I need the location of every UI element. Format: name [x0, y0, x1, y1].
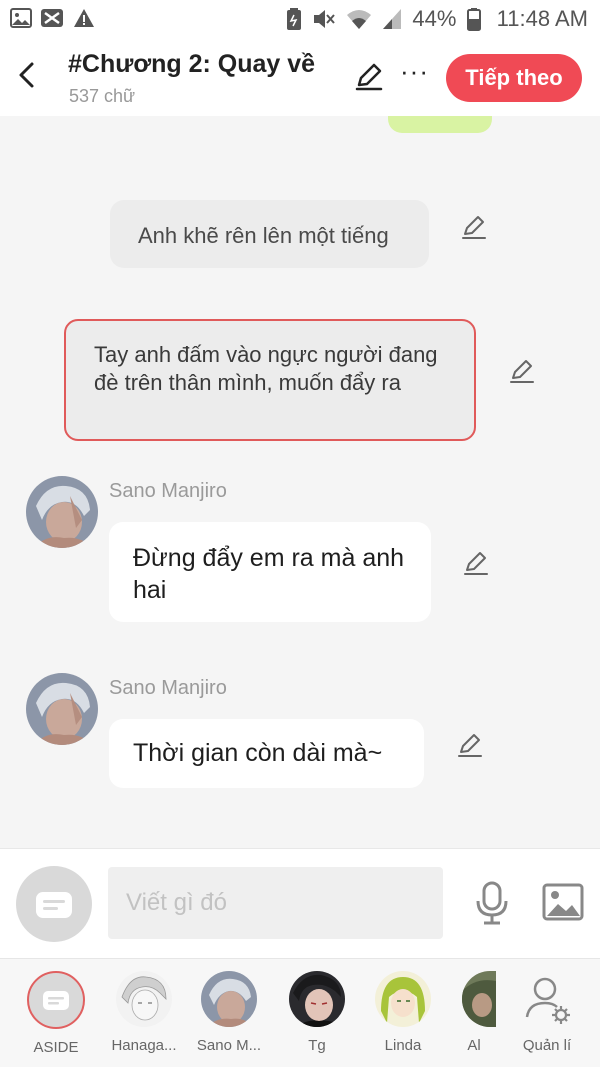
message-input[interactable]: Viết gì đó — [108, 867, 443, 939]
battery-saver-icon — [286, 8, 301, 30]
word-count: 537 chữ — [69, 86, 136, 106]
app-header: #Chương 2: Quay về 537 chữ ··· Tiếp theo — [0, 38, 600, 116]
manage-characters-button[interactable]: Quản lí — [512, 971, 582, 1054]
character-linda[interactable]: Linda — [368, 971, 438, 1054]
status-right: 44% 11:48 AM — [286, 7, 588, 31]
message-composer: Viết gì đó — [0, 848, 600, 958]
character-portrait — [116, 971, 172, 1027]
mute-icon — [314, 10, 335, 28]
character-label: ASIDE — [33, 1039, 79, 1056]
character-label: Tg — [308, 1037, 326, 1054]
avatar[interactable] — [26, 476, 98, 548]
chat-area[interactable]: Anh khẽ rên lên một tiếng Tay anh đấm và… — [0, 116, 600, 848]
edit-pencil-icon[interactable] — [460, 214, 488, 242]
clock: 11:48 AM — [496, 6, 588, 31]
character-al[interactable]: Al — [452, 971, 496, 1054]
aside-toggle-button[interactable] — [16, 866, 92, 942]
sender-name: Sano Manjiro — [109, 677, 227, 699]
avatar[interactable] — [26, 673, 98, 745]
avatar — [201, 971, 257, 1027]
avatar — [375, 971, 431, 1027]
message-bubble[interactable]: Thời gian còn dài mà~ — [109, 719, 424, 788]
edit-chapter-button[interactable] — [354, 62, 384, 92]
character-portrait — [289, 971, 345, 1027]
edit-pencil-icon[interactable] — [508, 358, 536, 386]
status-left — [10, 8, 99, 30]
character-portrait — [375, 971, 431, 1027]
chat-story-editor: 44% 11:48 AM #Chương 2: Quay về 537 chữ … — [0, 0, 600, 1067]
character-label: Quản lí — [522, 1037, 572, 1054]
previous-message-bubble[interactable] — [388, 116, 492, 133]
edit-pencil-icon[interactable] — [462, 550, 490, 578]
battery-icon — [466, 8, 481, 31]
manage-user-icon — [519, 971, 575, 1027]
battery-percent: 44% — [412, 6, 457, 31]
next-chapter-button[interactable]: Tiếp theo — [446, 54, 582, 102]
character-label: Al — [467, 1037, 481, 1054]
narration-bubble[interactable]: Anh khẽ rên lên một tiếng — [110, 200, 429, 268]
character-aside[interactable]: ASIDE — [21, 971, 91, 1056]
character-portrait — [201, 971, 257, 1027]
character-label: Linda — [384, 1037, 422, 1054]
character-sano-manjiro[interactable]: Sano M... — [194, 971, 264, 1054]
narration-bubble-selected[interactable]: Tay anh đấm vào ngực người đang đè trên … — [64, 319, 476, 441]
character-portrait — [26, 476, 98, 548]
character-bar: ASIDE Hanaga... Sano M... Tg Linda Al Qu… — [0, 958, 600, 1067]
avatar — [289, 971, 345, 1027]
signal-icon — [383, 9, 402, 29]
warning-icon — [73, 9, 94, 27]
capcut-icon — [41, 9, 64, 27]
avatar — [116, 971, 172, 1027]
edit-pencil-icon[interactable] — [456, 732, 484, 760]
chevron-left-icon — [19, 62, 34, 88]
more-options-button[interactable]: ··· — [400, 58, 428, 90]
character-label: Hanaga... — [111, 1037, 177, 1054]
character-label: Sano M... — [196, 1037, 262, 1054]
wifi-icon — [347, 10, 372, 29]
chat-bubble-icon — [43, 991, 69, 1010]
character-hanagaki[interactable]: Hanaga... — [109, 971, 179, 1054]
more-dots-icon: ··· — [400, 56, 429, 86]
aside-avatar — [27, 971, 85, 1029]
back-button[interactable] — [12, 60, 42, 90]
image-icon — [542, 883, 584, 921]
chat-bubble-icon — [36, 892, 72, 918]
chapter-title[interactable]: #Chương 2: Quay về — [68, 50, 315, 79]
message-bubble[interactable]: Đừng đẩy em ra mà anh hai — [109, 522, 431, 622]
avatar — [462, 971, 496, 1027]
sender-name: Sano Manjiro — [109, 480, 227, 502]
gallery-icon — [10, 8, 32, 28]
character-portrait — [462, 971, 496, 1027]
pencil-icon — [355, 63, 383, 91]
insert-image-button[interactable] — [542, 883, 584, 921]
voice-input-button[interactable] — [474, 881, 510, 925]
microphone-icon — [476, 881, 508, 925]
status-bar: 44% 11:48 AM — [0, 0, 600, 38]
character-tg[interactable]: Tg — [282, 971, 352, 1054]
character-portrait — [26, 673, 98, 745]
